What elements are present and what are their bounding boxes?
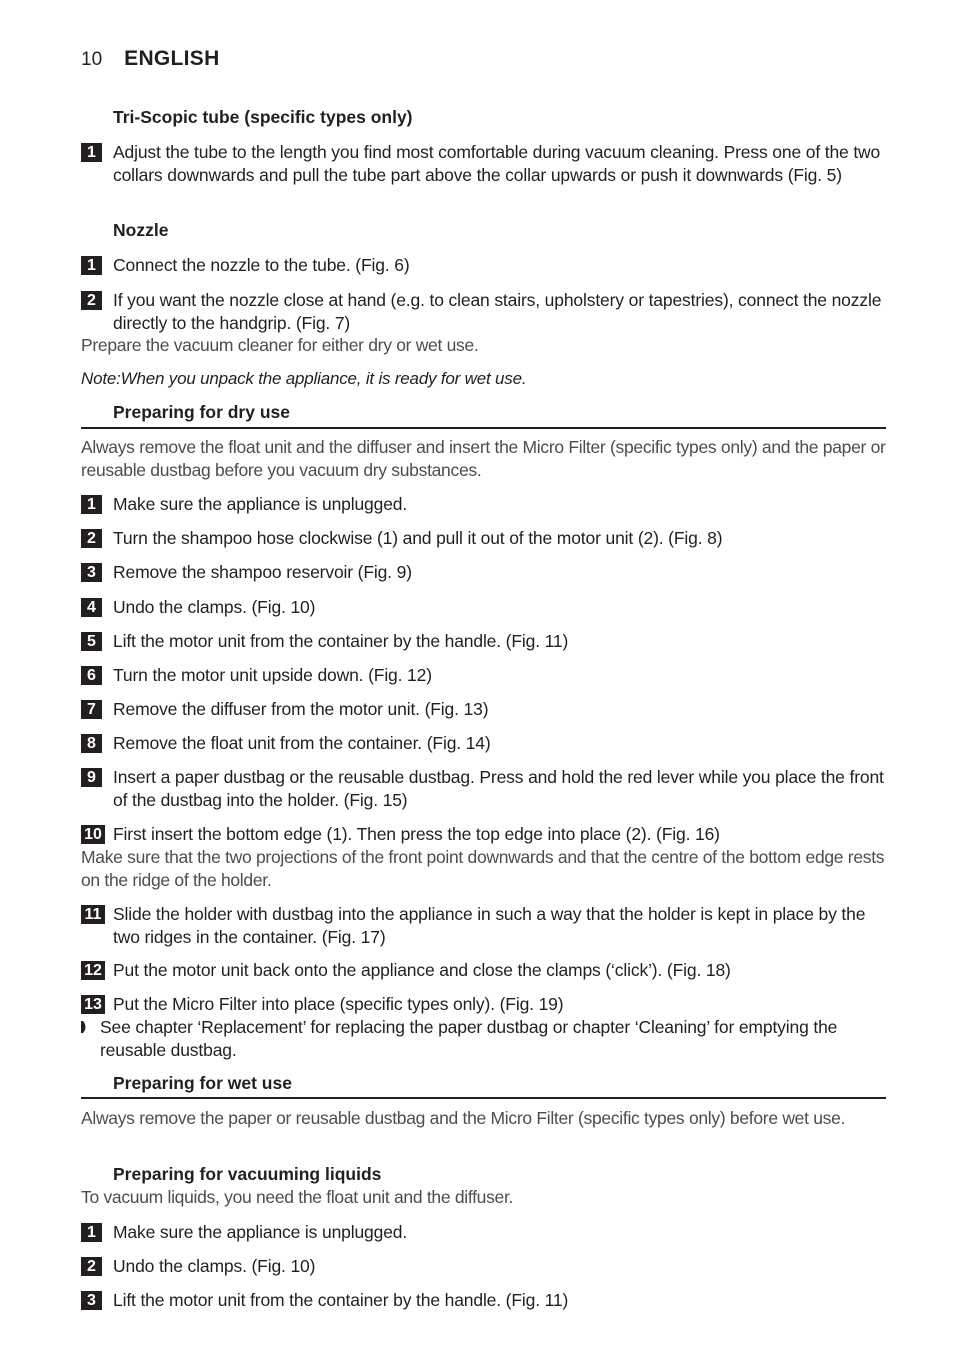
step-text: Make sure the appliance is unplugged. bbox=[113, 1222, 408, 1242]
step-number-badge: 13 bbox=[81, 995, 105, 1014]
step-item: 2 If you want the nozzle close at hand (… bbox=[81, 289, 886, 334]
step-item: 9 Insert a paper dustbag or the reusable… bbox=[81, 766, 886, 811]
step-item: 11 Slide the holder with dustbag into th… bbox=[81, 903, 886, 948]
step-text: Insert a paper dustbag or the reusable d… bbox=[113, 767, 884, 810]
step-text: Lift the motor unit from the container b… bbox=[113, 631, 569, 651]
step-number-badge: 8 bbox=[81, 734, 102, 753]
step-number-badge: 4 bbox=[81, 598, 102, 617]
step-number-badge: 3 bbox=[81, 563, 102, 582]
step-text: Turn the shampoo hose clockwise (1) and … bbox=[113, 528, 723, 548]
step-text: Put the motor unit back onto the applian… bbox=[113, 960, 731, 980]
step-item: 5 Lift the motor unit from the container… bbox=[81, 630, 886, 653]
step-number-badge: 12 bbox=[81, 961, 105, 980]
step-text: Connect the nozzle to the tube. (Fig. 6) bbox=[113, 255, 410, 275]
step-text: Adjust the tube to the length you find m… bbox=[113, 142, 881, 185]
step-item: 8 Remove the float unit from the contain… bbox=[81, 732, 886, 755]
step-10-note: Make sure that the two projections of th… bbox=[81, 847, 885, 890]
language-heading: ENGLISH bbox=[124, 47, 220, 70]
wet-use-intro: Always remove the paper or reusable dust… bbox=[81, 1108, 846, 1128]
step-item: 1 Connect the nozzle to the tube. (Fig. … bbox=[81, 254, 886, 277]
section-title-nozzle: Nozzle bbox=[113, 220, 169, 240]
step-item: 4 Undo the clamps. (Fig. 10) bbox=[81, 596, 886, 619]
step-number-badge: 1 bbox=[81, 256, 102, 275]
step-number-badge: 3 bbox=[81, 1291, 102, 1310]
bullet-arrow-icon bbox=[81, 1021, 86, 1033]
step-text: Slide the holder with dustbag into the a… bbox=[113, 904, 866, 947]
step-text: Undo the clamps. (Fig. 10) bbox=[113, 597, 316, 617]
step-number-badge: 1 bbox=[81, 495, 102, 514]
dry-use-intro: Always remove the float unit and the dif… bbox=[81, 437, 886, 480]
step-item: 7 Remove the diffuser from the motor uni… bbox=[81, 698, 886, 721]
section-title-wet-use: Preparing for wet use bbox=[113, 1073, 292, 1093]
step-number-badge: 10 bbox=[81, 825, 105, 844]
step-item: 2 Undo the clamps. (Fig. 10) bbox=[81, 1255, 886, 1278]
manual-page: 10 ENGLISH Tri-Scopic tube (specific typ… bbox=[0, 0, 954, 1354]
step-number-badge: 5 bbox=[81, 632, 102, 651]
step-text: Turn the motor unit upside down. (Fig. 1… bbox=[113, 665, 432, 685]
step-item: 1 Make sure the appliance is unplugged. bbox=[81, 493, 886, 516]
section-title-vacuuming-liquids: Preparing for vacuuming liquids bbox=[113, 1164, 382, 1184]
section-title-dry-use: Preparing for dry use bbox=[113, 402, 290, 422]
step-text: Put the Micro Filter into place (specifi… bbox=[113, 994, 564, 1014]
step-number-badge: 1 bbox=[81, 1223, 102, 1242]
step-text: Make sure the appliance is unplugged. bbox=[113, 494, 408, 514]
step-number-badge: 2 bbox=[81, 1257, 102, 1276]
step-text: Remove the shampoo reservoir (Fig. 9) bbox=[113, 562, 412, 582]
step-item: 12 Put the motor unit back onto the appl… bbox=[81, 959, 886, 982]
step-text: First insert the bottom edge (1). Then p… bbox=[113, 824, 720, 844]
step-text: Remove the diffuser from the motor unit.… bbox=[113, 699, 489, 719]
liquids-intro: To vacuum liquids, you need the float un… bbox=[81, 1187, 514, 1207]
step-item: 3 Remove the shampoo reservoir (Fig. 9) bbox=[81, 561, 886, 584]
section-title-tri-scopic-tube: Tri-Scopic tube (specific types only) bbox=[113, 107, 413, 127]
section-divider bbox=[81, 1097, 886, 1099]
step-text: If you want the nozzle close at hand (e.… bbox=[113, 290, 882, 333]
step-item: 6 Turn the motor unit upside down. (Fig.… bbox=[81, 664, 886, 687]
page-header: 10 ENGLISH bbox=[81, 47, 220, 75]
nozzle-after-text: Prepare the vacuum cleaner for either dr… bbox=[81, 335, 479, 355]
step-number-badge: 1 bbox=[81, 143, 102, 162]
step-number-badge: 2 bbox=[81, 529, 102, 548]
step-item: 1 Make sure the appliance is unplugged. bbox=[81, 1221, 886, 1244]
step-text: Remove the float unit from the container… bbox=[113, 733, 491, 753]
bullet-text: See chapter ‘Replacement’ for replacing … bbox=[100, 1017, 838, 1060]
step-text: Undo the clamps. (Fig. 10) bbox=[113, 1256, 316, 1276]
step-item: 1 Adjust the tube to the length you find… bbox=[81, 141, 886, 186]
step-number-badge: 11 bbox=[81, 905, 105, 924]
step-number-badge: 7 bbox=[81, 700, 102, 719]
note-text: Note:When you unpack the appliance, it i… bbox=[81, 369, 527, 388]
section-divider bbox=[81, 427, 886, 429]
step-text: Lift the motor unit from the container b… bbox=[113, 1290, 569, 1310]
bullet-item: See chapter ‘Replacement’ for replacing … bbox=[81, 1016, 886, 1061]
step-item: 3 Lift the motor unit from the container… bbox=[81, 1289, 886, 1312]
step-item: 10 First insert the bottom edge (1). The… bbox=[81, 823, 886, 846]
step-number-badge: 6 bbox=[81, 666, 102, 685]
step-item: 13 Put the Micro Filter into place (spec… bbox=[81, 993, 886, 1016]
step-number-badge: 9 bbox=[81, 768, 102, 787]
step-number-badge: 2 bbox=[81, 291, 102, 310]
step-item: 2 Turn the shampoo hose clockwise (1) an… bbox=[81, 527, 886, 550]
page-number: 10 bbox=[81, 49, 103, 70]
